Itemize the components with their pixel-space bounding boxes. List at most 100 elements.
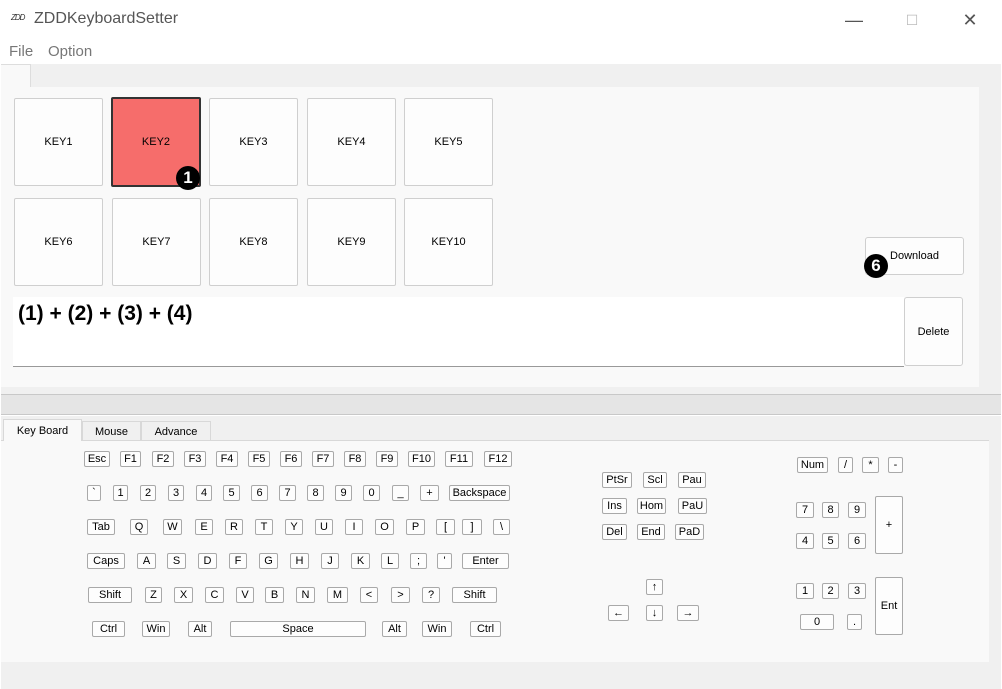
key8-button[interactable]: KEY8 [209, 198, 298, 286]
close-button[interactable]: ✕ [947, 0, 993, 40]
key-backspace[interactable]: Backspace [449, 485, 510, 501]
key-greater-than[interactable]: > [391, 587, 410, 603]
panel-splitter[interactable] [1, 394, 1001, 415]
key-page-up[interactable]: PaU [678, 498, 707, 514]
key-page-down[interactable]: PaD [675, 524, 704, 540]
key9-button[interactable]: KEY9 [307, 198, 396, 286]
key-f5[interactable]: F5 [248, 451, 270, 467]
key-c[interactable]: C [205, 587, 224, 603]
key-insert[interactable]: Ins [602, 498, 627, 514]
config-tab[interactable] [1, 64, 31, 87]
key-2[interactable]: 2 [140, 485, 156, 501]
key-numpad-multiply[interactable]: * [862, 457, 879, 473]
key-5[interactable]: 5 [223, 485, 240, 501]
key-r[interactable]: R [225, 519, 243, 535]
key-numpad-2[interactable]: 2 [822, 583, 839, 599]
key-ctrl-left[interactable]: Ctrl [92, 621, 125, 637]
key-y[interactable]: Y [285, 519, 303, 535]
key-left-bracket[interactable]: [ [436, 519, 455, 535]
tab-keyboard[interactable]: Key Board [3, 419, 82, 441]
key-end[interactable]: End [637, 524, 665, 540]
key-a[interactable]: A [137, 553, 156, 569]
key-n[interactable]: N [296, 587, 315, 603]
key10-button[interactable]: KEY10 [404, 198, 493, 286]
key-shift-left[interactable]: Shift [88, 587, 132, 603]
key-f6[interactable]: F6 [280, 451, 302, 467]
key-f9[interactable]: F9 [376, 451, 398, 467]
tab-advance[interactable]: Advance [141, 421, 211, 441]
key-f2[interactable]: F2 [152, 451, 174, 467]
key-delete[interactable]: Del [602, 524, 627, 540]
key-q[interactable]: Q [130, 519, 148, 535]
key-caps[interactable]: Caps [87, 553, 125, 569]
key-numpad-divide[interactable]: / [838, 457, 853, 473]
key-0[interactable]: 0 [363, 485, 380, 501]
key-s[interactable]: S [167, 553, 186, 569]
key-e[interactable]: E [195, 519, 213, 535]
key-h[interactable]: H [290, 553, 309, 569]
key-g[interactable]: G [259, 553, 278, 569]
key-9[interactable]: 9 [335, 485, 352, 501]
key-space[interactable]: Space [230, 621, 366, 637]
key-f11[interactable]: F11 [445, 451, 473, 467]
key-alt-left[interactable]: Alt [188, 621, 212, 637]
key-3[interactable]: 3 [168, 485, 184, 501]
key-arrow-right[interactable]: → [677, 605, 699, 621]
key-numpad-7[interactable]: 7 [796, 502, 814, 518]
key-win-left[interactable]: Win [142, 621, 170, 637]
key6-button[interactable]: KEY6 [14, 198, 103, 286]
key-numpad-4[interactable]: 4 [796, 533, 814, 549]
key-x[interactable]: X [174, 587, 193, 603]
key1-button[interactable]: KEY1 [14, 98, 103, 186]
key-d[interactable]: D [198, 553, 217, 569]
key-numpad-minus[interactable]: - [888, 457, 903, 473]
key-8[interactable]: 8 [307, 485, 324, 501]
key-b[interactable]: B [265, 587, 284, 603]
key-numpad-8[interactable]: 8 [822, 502, 839, 518]
menu-option[interactable]: Option [48, 43, 92, 60]
key-right-bracket[interactable]: ] [462, 519, 482, 535]
key-underscore[interactable]: _ [392, 485, 409, 501]
key-numpad-5[interactable]: 5 [822, 533, 839, 549]
key5-button[interactable]: KEY5 [404, 98, 493, 186]
key-z[interactable]: Z [145, 587, 162, 603]
tab-mouse[interactable]: Mouse [82, 421, 141, 441]
key-f1[interactable]: F1 [120, 451, 141, 467]
key-plus[interactable]: + [420, 485, 439, 501]
key4-button[interactable]: KEY4 [307, 98, 396, 186]
key-w[interactable]: W [163, 519, 182, 535]
key-ctrl-right[interactable]: Ctrl [470, 621, 501, 637]
key-numpad-6[interactable]: 6 [848, 533, 866, 549]
key7-button[interactable]: KEY7 [112, 198, 201, 286]
key-tab[interactable]: Tab [87, 519, 115, 535]
key-1[interactable]: 1 [113, 485, 128, 501]
key-f[interactable]: F [229, 553, 247, 569]
key-v[interactable]: V [236, 587, 254, 603]
key-f10[interactable]: F10 [408, 451, 435, 467]
key-f3[interactable]: F3 [184, 451, 206, 467]
key-win-right[interactable]: Win [422, 621, 452, 637]
key-7[interactable]: 7 [279, 485, 296, 501]
key-6[interactable]: 6 [251, 485, 268, 501]
key-o[interactable]: O [375, 519, 394, 535]
key-numpad-3[interactable]: 3 [848, 583, 866, 599]
key-k[interactable]: K [351, 553, 370, 569]
key-numpad-0[interactable]: 0 [800, 614, 834, 630]
key-esc[interactable]: Esc [84, 451, 110, 467]
key-num-lock[interactable]: Num [797, 457, 828, 473]
key-numpad-9[interactable]: 9 [848, 502, 866, 518]
key-4[interactable]: 4 [196, 485, 212, 501]
key-arrow-up[interactable]: ↑ [646, 579, 663, 595]
key-t[interactable]: T [255, 519, 273, 535]
key-numpad-plus[interactable]: + [875, 496, 903, 554]
key-backtick[interactable]: ` [87, 485, 101, 501]
key-shift-right[interactable]: Shift [452, 587, 497, 603]
key-p[interactable]: P [406, 519, 425, 535]
key-quote[interactable]: ' [437, 553, 452, 569]
key-backslash[interactable]: \ [493, 519, 510, 535]
key-semicolon[interactable]: ; [410, 553, 427, 569]
key-l[interactable]: L [381, 553, 399, 569]
menu-file[interactable]: File [9, 43, 33, 60]
minimize-button[interactable]: — [831, 0, 877, 40]
key-numpad-decimal[interactable]: . [847, 614, 862, 630]
